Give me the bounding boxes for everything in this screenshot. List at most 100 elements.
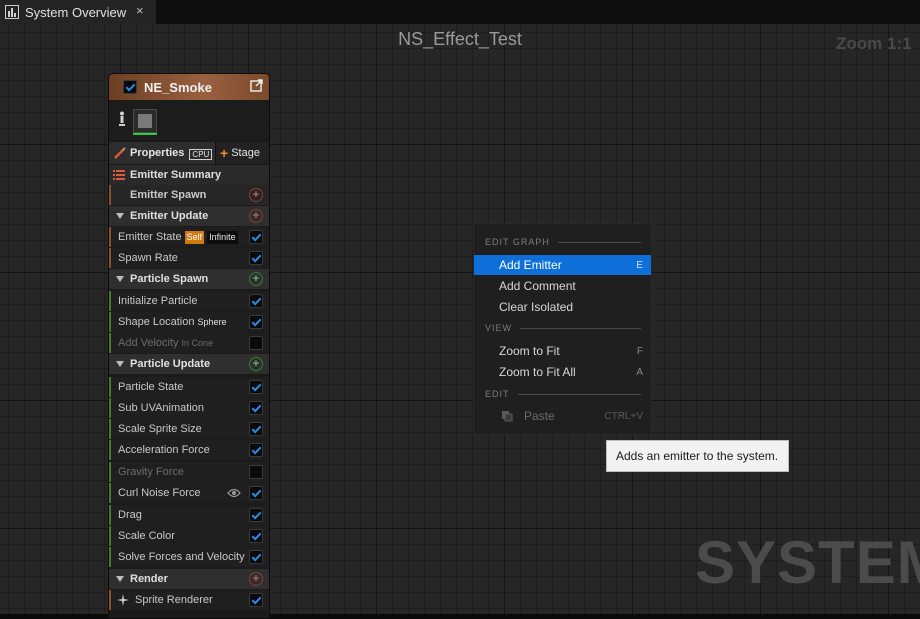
section-render[interactable]: Render + <box>109 569 269 589</box>
eye-icon[interactable] <box>227 488 241 498</box>
collapse-arrow-icon[interactable] <box>116 213 124 219</box>
menu-section-edit: EDIT <box>485 389 641 399</box>
module-drag[interactable]: Drag <box>109 505 269 525</box>
graph-watermark: SYSTEM <box>695 529 920 596</box>
menu-item-paste: Paste CTRL+V <box>474 406 651 426</box>
section-emitter-update[interactable]: Emitter Update + <box>109 206 269 226</box>
module-label: Emitter State <box>118 231 182 243</box>
close-icon[interactable]: × <box>136 3 144 18</box>
menu-item-label: Add Emitter <box>499 258 562 272</box>
module-curl-noise-force[interactable]: Curl Noise Force <box>109 483 269 503</box>
module-label: Emitter Spawn <box>130 189 207 201</box>
menu-item-add-comment[interactable]: Add Comment <box>474 276 651 296</box>
stage-color-strip <box>109 526 111 546</box>
module-enable-checkbox[interactable] <box>249 529 263 543</box>
module-enable-checkbox[interactable] <box>249 486 263 500</box>
module-gravity-force[interactable]: Gravity Force <box>109 462 269 482</box>
module-enable-checkbox[interactable] <box>249 508 263 522</box>
menu-divider <box>517 393 641 395</box>
module-label: Initialize Particle <box>118 295 198 307</box>
module-enable-checkbox[interactable] <box>249 550 263 564</box>
module-enable-checkbox[interactable] <box>249 465 263 479</box>
module-add-velocity[interactable]: Add Velocity In Cone <box>109 333 269 353</box>
add-module-button[interactable]: + <box>249 572 263 586</box>
add-module-button[interactable]: + <box>249 272 263 286</box>
module-initialize-particle[interactable]: Initialize Particle <box>109 291 269 311</box>
module-shape-location[interactable]: Shape Location Sphere <box>109 312 269 332</box>
open-external-icon[interactable] <box>250 79 263 92</box>
node-header[interactable]: NE_Smoke <box>109 74 269 100</box>
module-enable-checkbox[interactable] <box>249 401 263 415</box>
menu-item-shortcut: CTRL+V <box>604 410 643 422</box>
emitter-thumbnail[interactable] <box>133 109 157 135</box>
properties-row[interactable]: Properties CPU + Stage <box>109 142 269 164</box>
menu-item-zoom-to-fit[interactable]: Zoom to Fit F <box>474 341 651 361</box>
module-enable-checkbox[interactable] <box>249 230 263 244</box>
stage-color-strip <box>109 333 111 353</box>
menu-item-clear-isolated[interactable]: Clear Isolated <box>474 297 651 317</box>
module-enable-checkbox[interactable] <box>249 422 263 436</box>
module-scale-color[interactable]: Scale Color <box>109 526 269 546</box>
figure-icon <box>119 111 125 126</box>
section-particle-spawn[interactable]: Particle Spawn + <box>109 269 269 289</box>
module-label: Sprite Renderer <box>135 594 213 606</box>
menu-section-edit-graph: EDIT GRAPH <box>485 237 641 247</box>
menu-item-add-emitter[interactable]: Add Emitter E <box>474 255 651 275</box>
module-solve-forces-and-velocity[interactable]: Solve Forces and Velocity <box>109 547 269 567</box>
list-icon <box>113 170 125 180</box>
section-label: Particle Spawn <box>130 273 209 285</box>
module-particle-state[interactable]: Particle State <box>109 377 269 397</box>
module-enable-checkbox[interactable] <box>249 251 263 265</box>
module-sub-uvanimation[interactable]: Sub UVAnimation <box>109 398 269 418</box>
module-enable-checkbox[interactable] <box>249 593 263 607</box>
emitter-enable-checkbox[interactable] <box>123 80 137 94</box>
tooltip: Adds an emitter to the system. <box>606 440 789 472</box>
add-module-button[interactable]: + <box>249 357 263 371</box>
emitter-node[interactable]: NE_Smoke Properties CPU + Stage Emitter … <box>108 73 270 619</box>
module-enable-checkbox[interactable] <box>249 380 263 394</box>
module-emitter-spawn[interactable]: Emitter Spawn + <box>109 185 269 205</box>
stage-color-strip <box>109 547 111 567</box>
module-badge: Infinite <box>207 230 238 244</box>
module-acceleration-force[interactable]: Acceleration Force <box>109 440 269 460</box>
module-enable-checkbox[interactable] <box>249 315 263 329</box>
add-module-button[interactable]: + <box>249 209 263 223</box>
add-module-button[interactable]: + <box>249 188 263 202</box>
module-label: Particle State <box>118 381 184 393</box>
module-scale-sprite-size[interactable]: Scale Sprite Size <box>109 419 269 439</box>
module-label: Shape Location <box>118 316 195 328</box>
graph-icon <box>5 5 19 19</box>
module-emitter-state[interactable]: Emitter State Self Infinite <box>109 227 269 247</box>
emitter-summary-row[interactable]: Emitter Summary <box>109 165 269 185</box>
module-enable-checkbox[interactable] <box>249 336 263 350</box>
collapse-arrow-icon[interactable] <box>116 576 124 582</box>
tab-system-overview[interactable]: System Overview × <box>0 0 156 24</box>
menu-item-zoom-to-fit-all[interactable]: Zoom to Fit All A <box>474 362 651 382</box>
menu-section-label: EDIT GRAPH <box>485 237 550 247</box>
stage-color-strip <box>109 248 111 268</box>
emitter-summary-label: Emitter Summary <box>130 169 222 181</box>
section-particle-update[interactable]: Particle Update + <box>109 354 269 374</box>
module-label: Solve Forces and Velocity <box>118 551 245 563</box>
add-stage-button[interactable]: + Stage <box>215 142 269 164</box>
menu-item-label: Zoom to Fit <box>499 344 560 358</box>
module-spawn-rate[interactable]: Spawn Rate <box>109 248 269 268</box>
menu-item-shortcut: F <box>636 345 643 357</box>
module-label: Drag <box>118 509 142 521</box>
module-tag: In Cone <box>181 338 214 348</box>
module-sprite-renderer[interactable]: Sprite Renderer <box>109 590 269 610</box>
section-label: Emitter Update <box>130 210 209 222</box>
module-enable-checkbox[interactable] <box>249 294 263 308</box>
stage-color-strip <box>109 377 111 397</box>
module-enable-checkbox[interactable] <box>249 443 263 457</box>
module-label: Acceleration Force <box>118 444 210 456</box>
stage-label: Stage <box>231 147 260 159</box>
collapse-arrow-icon[interactable] <box>116 361 124 367</box>
sprite-icon <box>117 594 129 606</box>
tab-label: System Overview <box>25 4 127 20</box>
module-label: Gravity Force <box>118 466 185 478</box>
stage-color-strip <box>109 419 111 439</box>
collapse-arrow-icon[interactable] <box>116 276 124 282</box>
paste-icon <box>502 411 513 422</box>
section-label: Render <box>130 573 168 585</box>
